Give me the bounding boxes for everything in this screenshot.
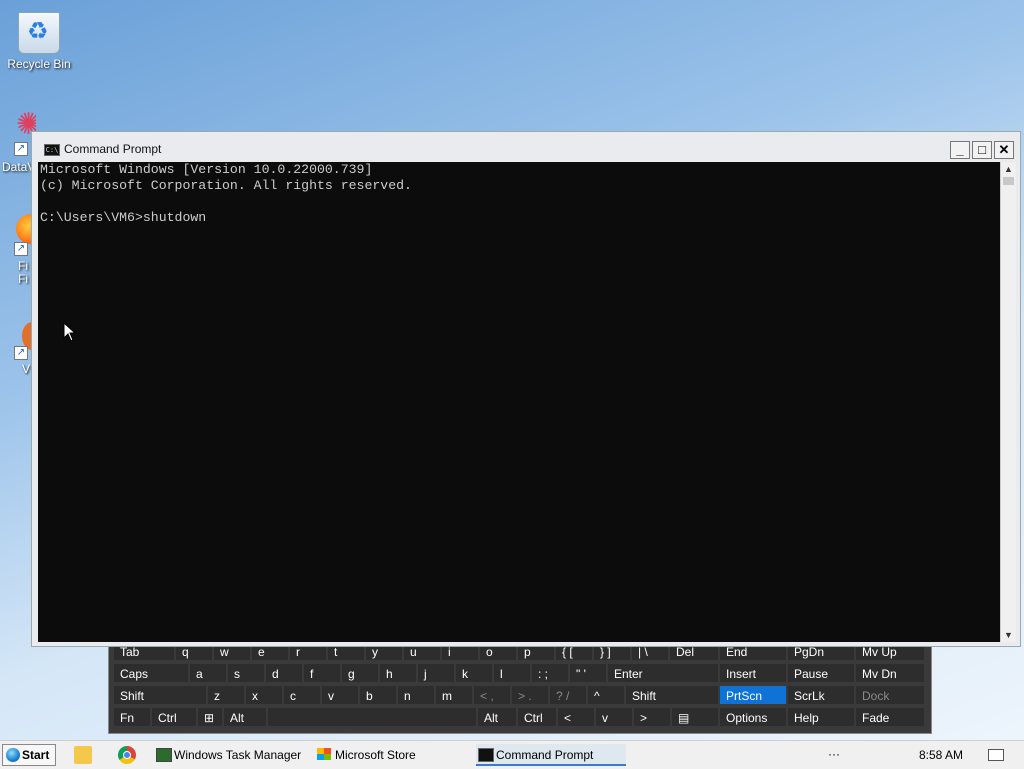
recycle-bin-desktop-icon[interactable]: Recycle Bin <box>1 12 77 71</box>
chrome-icon[interactable] <box>118 746 136 764</box>
start-orb-icon <box>6 748 20 762</box>
shortcut-arrow-icon: ↗ <box>14 142 28 156</box>
file-explorer-icon[interactable] <box>74 746 92 764</box>
osk-key-semicolon[interactable]: : ; <box>531 663 569 683</box>
osk-key-shift-right[interactable]: Shift <box>625 685 719 705</box>
on-screen-keyboard: Tab q w e r t y u i o p { [ } ] | \ Del … <box>108 640 932 734</box>
vertical-scrollbar[interactable]: ▲ ▼ <box>1000 162 1016 642</box>
firefox-label: Fi Fi <box>18 259 28 286</box>
osk-key-quote[interactable]: " ' <box>569 663 607 683</box>
osk-key-left-arrow[interactable]: < <box>557 707 595 727</box>
osk-key-period[interactable]: > . <box>511 685 549 705</box>
console-output[interactable]: Microsoft Windows [Version 10.0.22000.73… <box>38 162 1000 642</box>
osk-key-l[interactable]: l <box>493 663 531 683</box>
osk-key-windows[interactable]: ⊞ <box>197 707 223 727</box>
start-button[interactable]: Start <box>2 744 56 766</box>
osk-key-up-arrow[interactable]: ^ <box>587 685 625 705</box>
taskbar-item-command-prompt[interactable]: Command Prompt <box>476 744 626 766</box>
shortcut-arrow-icon: ↗ <box>14 242 28 256</box>
osk-key-prtscn[interactable]: PrtScn <box>719 685 787 705</box>
osk-key-insert[interactable]: Insert <box>719 663 787 683</box>
osk-key-f[interactable]: f <box>303 663 341 683</box>
scroll-down-icon[interactable]: ▼ <box>1001 628 1016 642</box>
command-prompt-window: C:\ Command Prompt _ □ ✕ Microsoft Windo… <box>31 131 1021 647</box>
osk-key-x[interactable]: x <box>245 685 283 705</box>
osk-key-space[interactable] <box>267 707 477 727</box>
console-line: (c) Microsoft Corporation. All rights re… <box>40 178 412 193</box>
osk-key-right-arrow[interactable]: > <box>633 707 671 727</box>
taskbar-item-label: Microsoft Store <box>335 748 416 762</box>
osk-key-j[interactable]: j <box>417 663 455 683</box>
osk-key-alt-right[interactable]: Alt <box>477 707 517 727</box>
osk-key-menu[interactable]: ▤ <box>671 707 719 727</box>
scrollbar-thumb[interactable] <box>1003 177 1014 185</box>
osk-key-alt-left[interactable]: Alt <box>223 707 267 727</box>
osk-key-dock[interactable]: Dock <box>855 685 925 705</box>
osk-key-d[interactable]: d <box>265 663 303 683</box>
osk-key-c[interactable]: c <box>283 685 321 705</box>
taskbar-item-microsoft-store[interactable]: Microsoft Store <box>315 744 465 766</box>
task-manager-icon <box>156 748 172 762</box>
osk-key-pause[interactable]: Pause <box>787 663 855 683</box>
minimize-button[interactable]: _ <box>950 141 970 159</box>
osk-key-ctrl-left[interactable]: Ctrl <box>151 707 197 727</box>
osk-key-z[interactable]: z <box>207 685 245 705</box>
osk-key-b[interactable]: b <box>359 685 397 705</box>
console-prompt-line: C:\Users\VM6>shutdown <box>40 210 207 225</box>
taskbar-item-label: Windows Task Manager <box>174 748 302 762</box>
recycle-bin-icon <box>18 12 60 54</box>
osk-key-v[interactable]: v <box>321 685 359 705</box>
maximize-button[interactable]: □ <box>972 141 992 159</box>
store-icon <box>317 748 331 760</box>
osk-key-enter[interactable]: Enter <box>607 663 719 683</box>
osk-key-h[interactable]: h <box>379 663 417 683</box>
osk-key-k[interactable]: k <box>455 663 493 683</box>
osk-key-ctrl-right[interactable]: Ctrl <box>517 707 557 727</box>
scroll-up-icon[interactable]: ▲ <box>1001 162 1016 176</box>
start-label: Start <box>22 748 50 762</box>
osk-key-mv-dn[interactable]: Mv Dn <box>855 663 925 683</box>
osk-key-slash[interactable]: ? / <box>549 685 587 705</box>
taskbar-clock[interactable]: 8:58 AM <box>906 741 976 769</box>
mouse-cursor-icon <box>63 322 77 342</box>
osk-key-fn[interactable]: Fn <box>113 707 151 727</box>
tray-overflow-button[interactable]: ··· <box>826 744 842 764</box>
osk-key-comma[interactable]: < , <box>473 685 511 705</box>
cmd-icon: C:\ <box>44 144 60 156</box>
osk-key-shift-left[interactable]: Shift <box>113 685 207 705</box>
notification-icon[interactable] <box>988 749 1004 761</box>
osk-key-m[interactable]: m <box>435 685 473 705</box>
shortcut-arrow-icon: ↗ <box>14 346 28 360</box>
recycle-bin-label: Recycle Bin <box>7 57 71 71</box>
taskbar-item-task-manager[interactable]: Windows Task Manager <box>154 744 304 766</box>
taskbar-item-label: Command Prompt <box>496 748 594 762</box>
window-title: Command Prompt <box>64 142 162 156</box>
osk-key-g[interactable]: g <box>341 663 379 683</box>
v-label: V <box>22 362 31 376</box>
window-titlebar[interactable]: C:\ Command Prompt _ □ ✕ <box>32 132 1020 162</box>
osk-key-s[interactable]: s <box>227 663 265 683</box>
taskbar: Start Windows Task Manager Microsoft Sto… <box>0 740 1024 769</box>
osk-key-down-arrow[interactable]: v <box>595 707 633 727</box>
cmd-icon <box>478 748 494 762</box>
osk-key-n[interactable]: n <box>397 685 435 705</box>
osk-key-scrlk[interactable]: ScrLk <box>787 685 855 705</box>
osk-key-caps[interactable]: Caps <box>113 663 189 683</box>
console-line: Microsoft Windows [Version 10.0.22000.73… <box>40 162 373 177</box>
osk-key-help[interactable]: Help <box>787 707 855 727</box>
osk-key-fade[interactable]: Fade <box>855 707 925 727</box>
osk-key-options[interactable]: Options <box>719 707 787 727</box>
osk-key-a[interactable]: a <box>189 663 227 683</box>
close-button[interactable]: ✕ <box>994 141 1014 159</box>
